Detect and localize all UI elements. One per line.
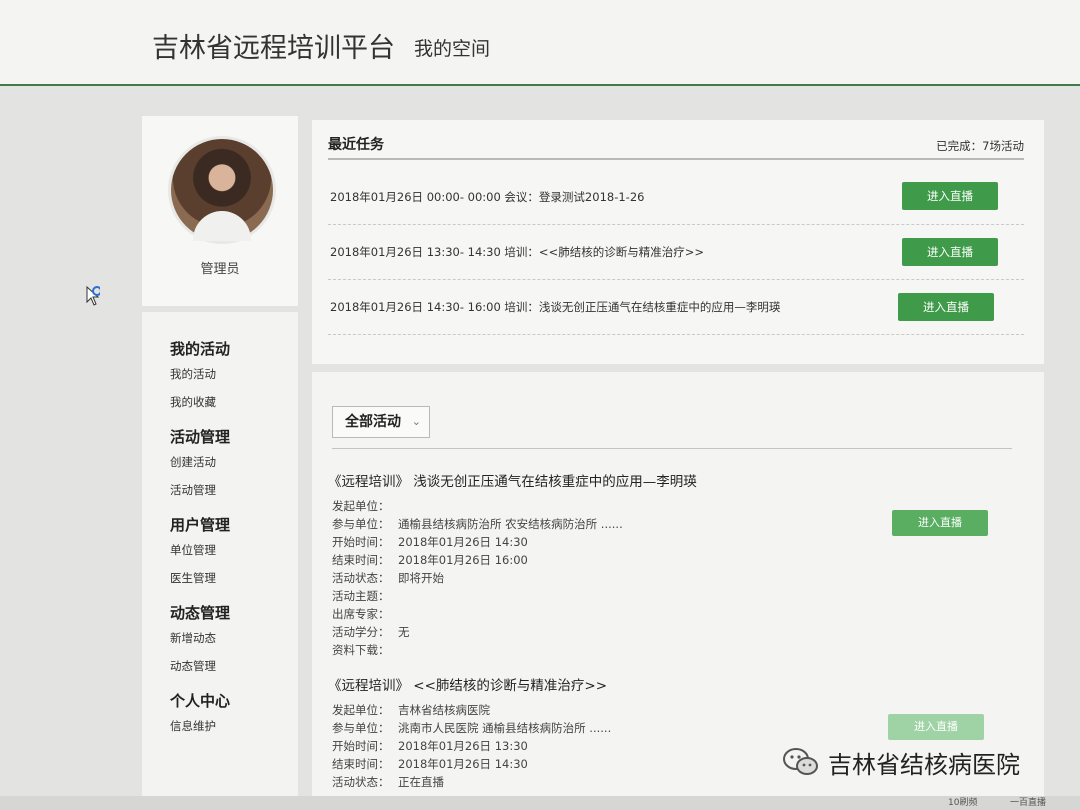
sidebar: 管理员 我的活动 我的活动 我的收藏 活动管理 创建活动 活动管理 用户管理 单… <box>142 116 298 810</box>
field-value: 2018年01月26日 14:30 <box>398 757 528 771</box>
menu-item-info-maintain[interactable]: 信息维护 <box>170 712 300 740</box>
field-label: 参与单位： <box>332 721 390 735</box>
main-stage: 管理员 我的活动 我的活动 我的收藏 活动管理 创建活动 活动管理 用户管理 单… <box>0 86 1080 810</box>
completed-count: 已完成：7场活动 <box>936 139 1024 153</box>
field-label: 结束时间： <box>332 757 390 771</box>
enter-live-button[interactable]: 进入直播 <box>888 714 984 740</box>
field-label: 资料下载： <box>332 643 390 657</box>
task-text: 2018年01月26日 00:00- 00:00 会议：登录测试2018-1-2… <box>330 190 645 204</box>
watermark-text: 吉林省结核病医院 <box>828 750 1020 779</box>
field-label: 活动状态： <box>332 571 390 585</box>
activity-field: 资料下载： <box>332 642 398 660</box>
enter-live-button[interactable]: 进入直播 <box>902 238 998 266</box>
field-value: 正在直播 <box>398 775 444 789</box>
activity-title[interactable]: 《远程培训》 <<肺结核的诊断与精准治疗>> <box>328 674 607 694</box>
menu-group-news-manage: 动态管理 <box>170 604 231 622</box>
enter-live-button[interactable]: 进入直播 <box>892 510 988 536</box>
activity-field: 结束时间： 2018年01月26日 16:00 <box>332 552 528 570</box>
field-value: 2018年01月26日 16:00 <box>398 553 528 567</box>
taskbar-item[interactable]: 10刷频 <box>948 796 977 810</box>
field-label: 开始时间： <box>332 535 390 549</box>
task-text: 2018年01月26日 13:30- 14:30 培训：<<肺结核的诊断与精准治… <box>330 245 704 259</box>
field-value: 通榆县结核病防治所 农安结核病防治所 ...... <box>398 517 623 531</box>
field-label: 发起单位： <box>332 499 390 513</box>
recent-tasks-header: 最近任务 已完成：7场活动 <box>328 126 1024 160</box>
field-value: 2018年01月26日 14:30 <box>398 535 528 549</box>
activity-field: 出席专家： <box>332 606 398 624</box>
field-label: 活动状态： <box>332 775 390 789</box>
menu-item-news-manage[interactable]: 动态管理 <box>170 652 300 680</box>
activity-field: 活动主题： <box>332 588 398 606</box>
field-label: 出席专家： <box>332 607 390 621</box>
field-value: 即将开始 <box>398 571 444 585</box>
task-row: 2018年01月26日 14:30- 16:00 培训：浅谈无创正压通气在结核重… <box>328 280 1024 335</box>
field-value: 洮南市人民医院 通榆县结核病防治所 ...... <box>398 721 612 735</box>
activity-filter-dropdown[interactable]: 全部活动 ⌄ <box>332 406 430 438</box>
field-value: 无 <box>398 625 410 639</box>
field-label: 发起单位： <box>332 703 390 717</box>
menu-item-activity-manage[interactable]: 活动管理 <box>170 476 300 504</box>
activity-field: 结束时间： 2018年01月26日 14:30 <box>332 756 528 774</box>
recent-tasks-title: 最近任务 <box>328 137 384 153</box>
menu-group-personal-center: 个人中心 <box>170 692 231 710</box>
menu-group-my-activities: 我的活动 <box>170 340 231 358</box>
field-label: 活动学分： <box>332 625 390 639</box>
field-value: 2018年01月26日 13:30 <box>398 739 528 753</box>
chevron-down-icon: ⌄ <box>411 415 421 428</box>
task-text: 2018年01月26日 14:30- 16:00 培训：浅谈无创正压通气在结核重… <box>330 300 781 314</box>
space-title: 我的空间 <box>414 38 491 60</box>
user-role: 管理员 <box>200 262 240 277</box>
site-title: 吉林省远程培训平台 <box>152 33 395 64</box>
field-value: 吉林省结核病医院 <box>398 703 490 717</box>
divider <box>332 448 1012 449</box>
menu-item-doctor-manage[interactable]: 医生管理 <box>170 564 300 592</box>
top-header: 吉林省远程培训平台 我的空间 <box>0 0 1080 86</box>
activity-title[interactable]: 《远程培训》 浅谈无创正压通气在结核重症中的应用—李明瑛 <box>328 470 697 490</box>
activity-field: 开始时间： 2018年01月26日 13:30 <box>332 738 528 756</box>
menu-item-add-news[interactable]: 新增动态 <box>170 624 300 652</box>
menu-item-favorites[interactable]: 我的收藏 <box>170 388 300 416</box>
activity-field: 参与单位： 洮南市人民医院 通榆县结核病防治所 ...... <box>332 720 611 738</box>
menu-item-unit-manage[interactable]: 单位管理 <box>170 536 300 564</box>
activity-field: 活动状态： 正在直播 <box>332 774 444 792</box>
field-label: 开始时间： <box>332 739 390 753</box>
menu-item-my-activities[interactable]: 我的活动 <box>170 360 300 388</box>
enter-live-button[interactable]: 进入直播 <box>902 182 998 210</box>
field-label: 活动主题： <box>332 589 390 603</box>
activity-field: 发起单位： 吉林省结核病医院 <box>332 702 490 720</box>
watermark: 吉林省结核病医院 <box>782 742 1020 782</box>
menu-item-create-activity[interactable]: 创建活动 <box>170 448 300 476</box>
task-row: 2018年01月26日 13:30- 14:30 培训：<<肺结核的诊断与精准治… <box>328 225 1024 280</box>
menu-group-user-manage: 用户管理 <box>170 516 231 534</box>
taskbar: 10刷频 一百直播 <box>0 796 1080 810</box>
menu-group-activity-manage: 活动管理 <box>170 428 231 446</box>
recent-tasks-panel: 最近任务 已完成：7场活动 2018年01月26日 00:00- 00:00 会… <box>312 120 1044 364</box>
mouse-cursor-icon <box>86 286 100 306</box>
activity-field: 开始时间： 2018年01月26日 14:30 <box>332 534 528 552</box>
activity-field: 活动学分： 无 <box>332 624 410 642</box>
activity-field: 参与单位： 通榆县结核病防治所 农安结核病防治所 ...... <box>332 516 623 534</box>
task-row: 2018年01月26日 00:00- 00:00 会议：登录测试2018-1-2… <box>328 170 1024 225</box>
enter-live-button[interactable]: 进入直播 <box>898 293 994 321</box>
activity-field: 发起单位： <box>332 498 398 516</box>
avatar[interactable] <box>168 136 276 244</box>
wechat-icon <box>783 748 818 775</box>
field-label: 结束时间： <box>332 553 390 567</box>
activity-field: 活动状态： 即将开始 <box>332 570 444 588</box>
profile-card: 管理员 <box>142 116 298 312</box>
side-menu: 我的活动 我的活动 我的收藏 活动管理 创建活动 活动管理 用户管理 单位管理 … <box>170 328 300 740</box>
field-label: 参与单位： <box>332 517 390 531</box>
taskbar-item[interactable]: 一百直播 <box>1010 796 1046 810</box>
filter-label: 全部活动 <box>345 414 401 430</box>
